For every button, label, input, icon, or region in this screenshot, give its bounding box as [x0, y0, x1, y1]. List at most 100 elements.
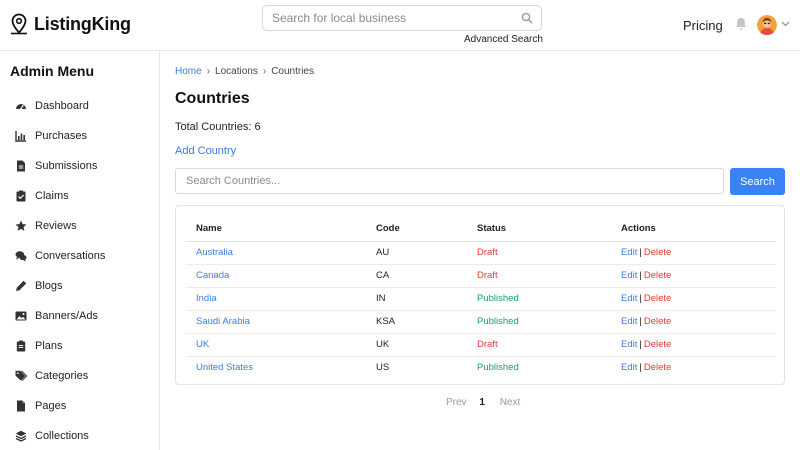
action-separator: |	[639, 362, 642, 374]
bell-icon[interactable]	[735, 17, 747, 31]
search-icon[interactable]	[521, 12, 533, 24]
status-badge: Draft	[467, 333, 611, 357]
actions-cell: Edit | Delete	[611, 356, 776, 379]
sidebar-item-purchases[interactable]: Purchases	[0, 121, 160, 151]
delete-link[interactable]: Delete	[644, 316, 671, 327]
document-icon	[15, 160, 27, 172]
delete-link[interactable]: Delete	[644, 362, 671, 373]
top-navbar: ListingKing Advanced Search Pricing	[0, 0, 800, 51]
sidebar-item-plans[interactable]: Plans	[0, 331, 160, 361]
pagination-page-current[interactable]: 1	[479, 397, 485, 408]
actions-cell: Edit | Delete	[611, 287, 776, 311]
admin-sidebar: Admin Menu Dashboard Purchases Submissio…	[0, 51, 160, 450]
country-search-box	[175, 168, 724, 194]
country-name-link[interactable]: United States	[196, 362, 253, 373]
sidebar-item-submissions[interactable]: Submissions	[0, 151, 160, 181]
status-badge: Published	[467, 310, 611, 334]
country-name-link[interactable]: Canada	[196, 270, 229, 281]
sidebar-item-collections[interactable]: Collections	[0, 421, 160, 450]
sidebar-item-banners-ads[interactable]: Banners/Ads	[0, 301, 160, 331]
add-country-link[interactable]: Add Country	[175, 145, 236, 157]
logo-text: ListingKing	[34, 13, 131, 34]
tags-icon	[15, 370, 27, 382]
edit-link[interactable]: Edit	[621, 316, 637, 327]
sidebar-menu: Dashboard Purchases Submissions Claims R…	[0, 91, 160, 450]
file-icon	[15, 400, 27, 412]
status-badge: Draft	[467, 264, 611, 288]
column-header-actions: Actions	[611, 217, 776, 242]
search-button[interactable]: Search	[730, 168, 785, 195]
dashboard-icon	[15, 100, 27, 112]
breadcrumb-countries: Countries	[271, 66, 314, 77]
delete-link[interactable]: Delete	[644, 339, 671, 350]
actions-cell: Edit | Delete	[611, 333, 776, 357]
countries-table-card: Name Code Status Actions Australia AU Draf…	[175, 205, 785, 385]
breadcrumb-locations[interactable]: Locations	[215, 66, 258, 77]
clipboard-check-icon	[15, 190, 27, 202]
country-name-cell: Australia	[186, 241, 366, 265]
country-name-link[interactable]: India	[196, 293, 217, 304]
sidebar-item-pages[interactable]: Pages	[0, 391, 160, 421]
country-code: KSA	[366, 310, 467, 334]
delete-link[interactable]: Delete	[644, 293, 671, 304]
pricing-link[interactable]: Pricing	[683, 18, 723, 33]
table-row: Saudi Arabia KSA Published Edit | Delete	[186, 310, 776, 334]
sidebar-item-conversations[interactable]: Conversations	[0, 241, 160, 271]
sidebar-title: Admin Menu	[10, 63, 94, 79]
sidebar-item-reviews[interactable]: Reviews	[0, 211, 160, 241]
country-code: UK	[366, 333, 467, 357]
country-search-input[interactable]	[176, 169, 723, 193]
map-pin-logo-icon	[11, 13, 27, 35]
edit-link[interactable]: Edit	[621, 339, 637, 350]
status-badge: Published	[477, 362, 519, 374]
page-title: Countries	[175, 90, 250, 107]
pagination: Prev 1 Next	[446, 397, 520, 408]
actions-cell: Edit | Delete	[611, 264, 776, 288]
action-separator: |	[639, 270, 642, 281]
table-header-row: Name Code Status Actions	[186, 217, 776, 242]
country-name-cell: United States	[186, 356, 366, 379]
table-row: India IN Published Edit | Delete	[186, 287, 776, 311]
sidebar-item-blogs[interactable]: Blogs	[0, 271, 160, 301]
sidebar-item-label: Claims	[35, 190, 69, 202]
layers-icon	[15, 430, 27, 442]
country-name-cell: Canada	[186, 264, 366, 288]
country-name-link[interactable]: UK	[196, 339, 209, 350]
site-logo[interactable]: ListingKing	[9, 13, 131, 35]
edit-link[interactable]: Edit	[621, 247, 637, 258]
sidebar-item-label: Collections	[35, 430, 89, 442]
edit-link[interactable]: Edit	[621, 362, 637, 373]
advanced-search-link[interactable]: Advanced Search	[464, 34, 543, 45]
sidebar-item-label: Dashboard	[35, 100, 89, 112]
country-name-link[interactable]: Australia	[196, 247, 233, 258]
breadcrumb-separator: ›	[262, 66, 267, 77]
table-row: Australia AU Draft Edit | Delete	[186, 241, 776, 265]
total-countries-count: Total Countries: 6	[175, 121, 261, 133]
breadcrumb: Home › Locations › Countries	[175, 66, 314, 77]
breadcrumb-separator: ›	[206, 66, 211, 77]
countries-table: Name Code Status Actions Australia AU Draf…	[186, 217, 776, 379]
chevron-down-icon[interactable]	[781, 21, 790, 27]
sidebar-item-label: Banners/Ads	[35, 310, 98, 322]
delete-link[interactable]: Delete	[644, 270, 671, 281]
country-name-link[interactable]: Saudi Arabia	[196, 316, 250, 327]
action-separator: |	[639, 293, 642, 304]
country-code: US	[376, 362, 390, 374]
country-code: AU	[366, 241, 467, 265]
sidebar-item-dashboard[interactable]: Dashboard	[0, 91, 160, 121]
country-name-cell: Saudi Arabia	[186, 310, 366, 334]
delete-link[interactable]: Delete	[644, 247, 671, 258]
clipboard-icon	[15, 340, 27, 352]
edit-link[interactable]: Edit	[621, 270, 637, 281]
breadcrumb-home[interactable]: Home	[175, 66, 202, 77]
edit-link[interactable]: Edit	[621, 293, 637, 304]
pagination-next[interactable]: Next	[500, 397, 521, 408]
business-search-input[interactable]	[263, 6, 508, 30]
sidebar-item-claims[interactable]: Claims	[0, 181, 160, 211]
country-code: IN	[366, 287, 467, 311]
pagination-prev[interactable]: Prev	[446, 397, 467, 408]
sidebar-item-categories[interactable]: Categories	[0, 361, 160, 391]
table-row: United States US Published Edit | Delete	[186, 356, 776, 379]
business-search-box	[262, 5, 542, 31]
avatar[interactable]	[757, 15, 777, 35]
